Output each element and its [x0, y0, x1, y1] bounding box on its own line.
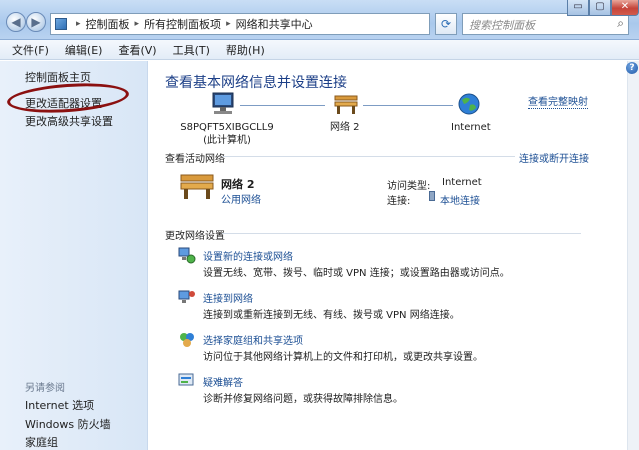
- refresh-button[interactable]: ⟳: [435, 13, 457, 35]
- maximize-button[interactable]: ▢: [589, 0, 611, 16]
- computer-label: S8PQFT5XIBGCLL9 (此计算机): [178, 121, 276, 147]
- access-type-value: Internet: [442, 177, 482, 188]
- sidebar-link-internet-options[interactable]: Internet 选项: [25, 397, 94, 413]
- homegroup-link[interactable]: 选择家庭组和共享选项: [203, 332, 303, 347]
- connect-disconnect-link[interactable]: 连接或断开连接: [519, 150, 589, 165]
- sidebar-link-homegroup[interactable]: 家庭组: [25, 434, 58, 450]
- computer-name: S8PQFT5XIBGCLL9: [180, 122, 274, 133]
- connect-network-desc: 连接到或重新连接到无线、有线、拨号或 VPN 网络连接。: [203, 310, 460, 321]
- active-network-name: 网络 2: [221, 178, 255, 191]
- breadcrumb-separator[interactable]: ▸: [223, 19, 234, 29]
- active-networks-heading: 查看活动网络: [165, 154, 225, 165]
- menu-tools[interactable]: 工具(T): [165, 42, 218, 58]
- menu-file[interactable]: 文件(F): [4, 42, 57, 58]
- local-connection-icon: [429, 191, 435, 201]
- local-connection-link[interactable]: 本地连接: [440, 192, 480, 207]
- view-full-map-link[interactable]: 查看完整映射: [528, 93, 588, 109]
- search-icon[interactable]: ⌕: [617, 16, 624, 31]
- map-connector: [363, 105, 453, 106]
- homegroup-desc: 访问位于其他网络计算机上的文件和打印机，或更改共享设置。: [203, 352, 483, 363]
- breadcrumb-separator[interactable]: ▸: [73, 19, 84, 29]
- troubleshoot-icon: [178, 373, 194, 386]
- control-panel-icon: [55, 18, 67, 30]
- sidebar-link-advanced-sharing[interactable]: 更改高级共享设置: [25, 113, 113, 129]
- sidebar-link-windows-firewall[interactable]: Windows 防火墙: [25, 416, 111, 432]
- menu-help[interactable]: 帮助(H): [218, 42, 273, 58]
- breadcrumb-all-items[interactable]: 所有控制面板项: [144, 16, 221, 32]
- see-also-heading: 另请参阅: [25, 383, 65, 394]
- troubleshoot-link[interactable]: 疑难解答: [203, 374, 243, 389]
- search-placeholder: 搜索控制面板: [469, 19, 535, 32]
- change-settings-heading: 更改网络设置: [165, 231, 225, 242]
- menu-edit[interactable]: 编辑(E): [57, 42, 111, 58]
- close-button[interactable]: ✕: [611, 0, 639, 16]
- computer-icon: [212, 92, 234, 114]
- network-type-link[interactable]: 公用网络: [221, 191, 261, 206]
- menu-view[interactable]: 查看(V): [110, 42, 164, 58]
- internet-globe-icon: [458, 93, 480, 115]
- internet-label: Internet: [451, 122, 491, 133]
- setup-connection-link[interactable]: 设置新的连接或网络: [203, 248, 293, 263]
- connect-network-link[interactable]: 连接到网络: [203, 290, 253, 305]
- menu-bar: 文件(F) 编辑(E) 查看(V) 工具(T) 帮助(H): [0, 40, 639, 60]
- troubleshoot-desc: 诊断并修复网络问题，或获得故障排除信息。: [203, 394, 403, 405]
- search-input[interactable]: 搜索控制面板 ⌕: [462, 13, 629, 35]
- map-connector: [240, 105, 325, 106]
- back-button[interactable]: ◀: [6, 12, 26, 32]
- section-divider: [222, 233, 581, 234]
- title-bar: ◀ ▶ ▸ 控制面板 ▸ 所有控制面板项 ▸ 网络和共享中心 ⟳ 搜索控制面板 …: [0, 0, 639, 40]
- network-bench-icon: [180, 174, 214, 199]
- network-bench-icon: [334, 95, 358, 114]
- vertical-scrollbar[interactable]: [627, 61, 639, 450]
- address-bar[interactable]: ▸ 控制面板 ▸ 所有控制面板项 ▸ 网络和共享中心: [50, 13, 430, 35]
- computer-note: (此计算机): [203, 135, 251, 146]
- section-divider: [222, 156, 515, 157]
- help-icon[interactable]: ?: [626, 62, 638, 74]
- minimize-button[interactable]: ▭: [567, 0, 589, 16]
- breadcrumb-network-center[interactable]: 网络和共享中心: [236, 16, 313, 32]
- forward-button[interactable]: ▶: [26, 12, 46, 32]
- breadcrumb-separator[interactable]: ▸: [132, 19, 143, 29]
- breadcrumb-control-panel[interactable]: 控制面板: [86, 16, 130, 32]
- setup-connection-icon: [178, 247, 196, 264]
- connect-network-icon: [178, 290, 195, 303]
- page-title: 查看基本网络信息并设置连接: [165, 75, 347, 91]
- setup-connection-desc: 设置无线、宽带、拨号、临时或 VPN 连接；或设置路由器或访问点。: [203, 268, 510, 279]
- connection-label: 连接:: [387, 196, 411, 207]
- homegroup-icon: [180, 333, 194, 347]
- network-name-label: 网络 2: [330, 122, 360, 133]
- access-type-label: 访问类型:: [387, 181, 431, 192]
